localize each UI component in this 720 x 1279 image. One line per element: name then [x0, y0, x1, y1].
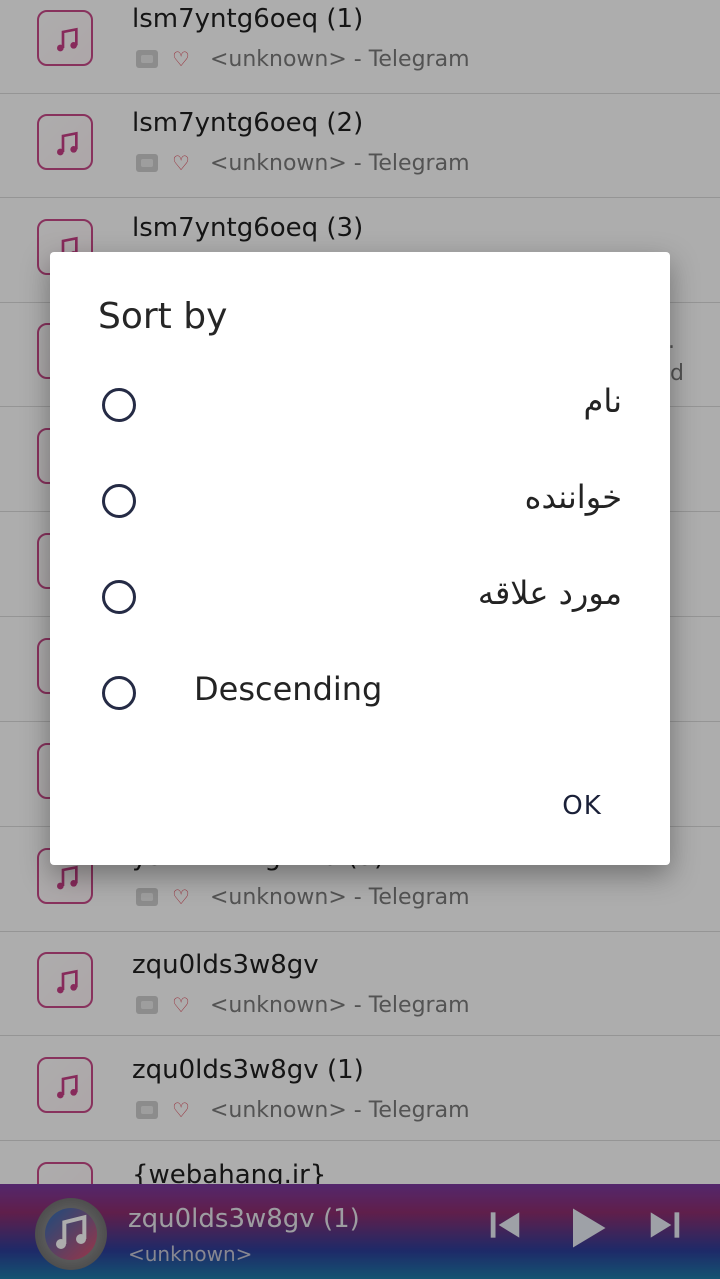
- ok-button[interactable]: OK: [550, 786, 614, 826]
- option-label: نام: [583, 382, 622, 420]
- radio-button[interactable]: [102, 388, 136, 422]
- option-label: خواننده: [524, 478, 622, 516]
- sort-dialog: Sort by نام خواننده مورد علاقه Descendin…: [50, 252, 670, 865]
- sort-option-descending[interactable]: Descending: [50, 646, 670, 742]
- dialog-title: Sort by: [98, 296, 228, 337]
- sort-option-artist[interactable]: خواننده: [50, 454, 670, 550]
- radio-button[interactable]: [102, 580, 136, 614]
- sort-option-favorite[interactable]: مورد علاقه: [50, 550, 670, 646]
- option-label: مورد علاقه: [477, 574, 622, 612]
- sort-option-name[interactable]: نام: [50, 358, 670, 454]
- option-label: Descending: [194, 670, 383, 708]
- radio-button[interactable]: [102, 484, 136, 518]
- checkbox[interactable]: [102, 676, 136, 710]
